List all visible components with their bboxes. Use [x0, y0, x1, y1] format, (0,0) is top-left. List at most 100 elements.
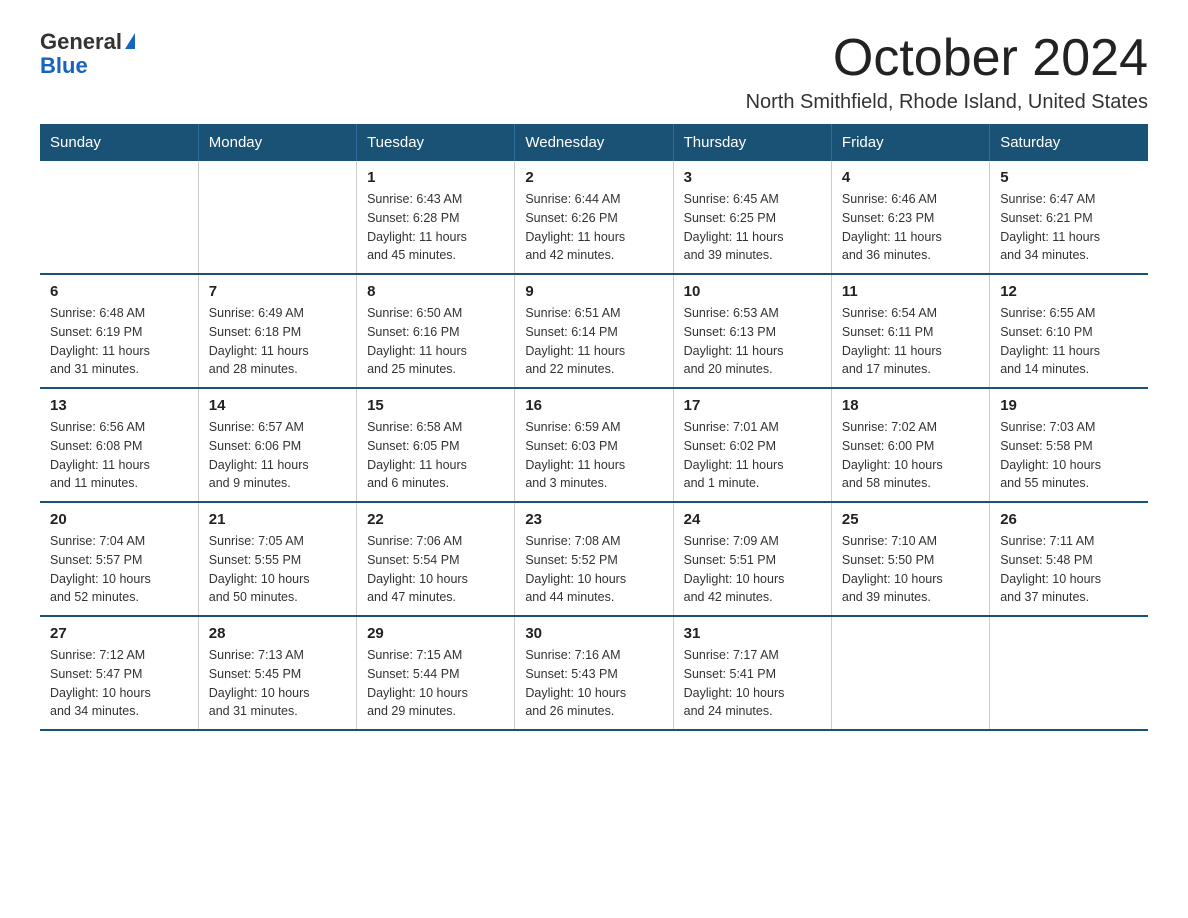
calendar-cell	[198, 161, 356, 274]
calendar-cell: 31 Sunrise: 7:17 AMSunset: 5:41 PMDayligh…	[673, 616, 831, 730]
week-row-5: 27 Sunrise: 7:12 AMSunset: 5:47 PMDayligh…	[40, 616, 1148, 730]
calendar-cell: 8 Sunrise: 6:50 AMSunset: 6:16 PMDaylight…	[357, 274, 515, 388]
day-number: 23	[525, 511, 662, 528]
calendar-cell: 17Sunrise: 7:01 AMSunset: 6:02 PMDayligh…	[673, 388, 831, 502]
header-day-thursday: Thursday	[673, 124, 831, 161]
logo-general: General	[40, 30, 122, 54]
title-area: October 2024 North Smithfield, Rhode Isl…	[746, 30, 1148, 114]
header-row: SundayMondayTuesdayWednesdayThursdayFrid…	[40, 124, 1148, 161]
day-number: 18	[842, 397, 979, 414]
day-number: 31	[684, 625, 821, 642]
calendar-cell	[40, 161, 198, 274]
day-number: 22	[367, 511, 504, 528]
day-info: Sunrise: 6:59 AMSunset: 6:03 PMDaylight:…	[525, 418, 662, 493]
calendar-header: SundayMondayTuesdayWednesdayThursdayFrid…	[40, 124, 1148, 161]
day-info: Sunrise: 6:48 AMSunset: 6:19 PMDaylight:…	[50, 304, 188, 379]
header-day-tuesday: Tuesday	[357, 124, 515, 161]
calendar-cell: 15Sunrise: 6:58 AMSunset: 6:05 PMDayligh…	[357, 388, 515, 502]
day-info: Sunrise: 6:51 AMSunset: 6:14 PMDaylight:…	[525, 304, 662, 379]
day-info: Sunrise: 6:55 AMSunset: 6:10 PMDaylight:…	[1000, 304, 1138, 379]
calendar-table: SundayMondayTuesdayWednesdayThursdayFrid…	[40, 124, 1148, 731]
calendar-cell: 5 Sunrise: 6:47 AMSunset: 6:21 PMDaylight…	[990, 161, 1148, 274]
day-info: Sunrise: 6:57 AMSunset: 6:06 PMDaylight:…	[209, 418, 346, 493]
calendar-cell: 29Sunrise: 7:15 AMSunset: 5:44 PMDayligh…	[357, 616, 515, 730]
calendar-cell: 4 Sunrise: 6:46 AMSunset: 6:23 PMDaylight…	[831, 161, 989, 274]
header-day-friday: Friday	[831, 124, 989, 161]
day-info: Sunrise: 6:58 AMSunset: 6:05 PMDaylight:…	[367, 418, 504, 493]
logo-blue: Blue	[40, 53, 88, 78]
calendar-cell: 16Sunrise: 6:59 AMSunset: 6:03 PMDayligh…	[515, 388, 673, 502]
page-header: General Blue October 2024 North Smithfie…	[40, 30, 1148, 114]
day-info: Sunrise: 7:09 AMSunset: 5:51 PMDaylight:…	[684, 532, 821, 607]
day-info: Sunrise: 6:45 AMSunset: 6:25 PMDaylight:…	[684, 190, 821, 265]
day-info: Sunrise: 7:13 AMSunset: 5:45 PMDaylight:…	[209, 646, 346, 721]
week-row-1: 1Sunrise: 6:43 AMSunset: 6:28 PMDaylight…	[40, 161, 1148, 274]
calendar-cell: 3Sunrise: 6:45 AMSunset: 6:25 PMDaylight…	[673, 161, 831, 274]
day-number: 6	[50, 283, 188, 300]
day-info: Sunrise: 6:56 AMSunset: 6:08 PMDaylight:…	[50, 418, 188, 493]
calendar-cell: 20 Sunrise: 7:04 AMSunset: 5:57 PMDayligh…	[40, 502, 198, 616]
header-day-wednesday: Wednesday	[515, 124, 673, 161]
day-info: Sunrise: 7:06 AMSunset: 5:54 PMDaylight:…	[367, 532, 504, 607]
main-title: October 2024	[746, 30, 1148, 87]
day-number: 13	[50, 397, 188, 414]
calendar-cell: 13 Sunrise: 6:56 AMSunset: 6:08 PMDayligh…	[40, 388, 198, 502]
day-number: 14	[209, 397, 346, 414]
day-number: 21	[209, 511, 346, 528]
calendar-cell: 7Sunrise: 6:49 AMSunset: 6:18 PMDaylight…	[198, 274, 356, 388]
day-number: 2	[525, 169, 662, 186]
day-number: 12	[1000, 283, 1138, 300]
day-number: 5	[1000, 169, 1138, 186]
day-info: Sunrise: 7:04 AMSunset: 5:57 PMDaylight:…	[50, 532, 188, 607]
logo-triangle-icon	[125, 33, 135, 49]
day-number: 26	[1000, 511, 1138, 528]
calendar-body: 1Sunrise: 6:43 AMSunset: 6:28 PMDaylight…	[40, 161, 1148, 730]
logo: General Blue	[40, 30, 135, 78]
header-day-monday: Monday	[198, 124, 356, 161]
calendar-cell: 19 Sunrise: 7:03 AMSunset: 5:58 PMDayligh…	[990, 388, 1148, 502]
day-number: 29	[367, 625, 504, 642]
day-number: 1	[367, 169, 504, 186]
calendar-cell: 23Sunrise: 7:08 AMSunset: 5:52 PMDayligh…	[515, 502, 673, 616]
day-info: Sunrise: 6:50 AMSunset: 6:16 PMDaylight:…	[367, 304, 504, 379]
calendar-cell: 2 Sunrise: 6:44 AMSunset: 6:26 PMDaylight…	[515, 161, 673, 274]
day-number: 10	[684, 283, 821, 300]
day-number: 20	[50, 511, 188, 528]
calendar-cell: 12 Sunrise: 6:55 AMSunset: 6:10 PMDayligh…	[990, 274, 1148, 388]
day-info: Sunrise: 7:11 AMSunset: 5:48 PMDaylight:…	[1000, 532, 1138, 607]
day-number: 27	[50, 625, 188, 642]
calendar-cell: 22 Sunrise: 7:06 AMSunset: 5:54 PMDayligh…	[357, 502, 515, 616]
calendar-cell: 30 Sunrise: 7:16 AMSunset: 5:43 PMDayligh…	[515, 616, 673, 730]
day-info: Sunrise: 7:05 AMSunset: 5:55 PMDaylight:…	[209, 532, 346, 607]
week-row-4: 20 Sunrise: 7:04 AMSunset: 5:57 PMDayligh…	[40, 502, 1148, 616]
day-info: Sunrise: 7:03 AMSunset: 5:58 PMDaylight:…	[1000, 418, 1138, 493]
calendar-cell: 6 Sunrise: 6:48 AMSunset: 6:19 PMDaylight…	[40, 274, 198, 388]
calendar-cell: 10Sunrise: 6:53 AMSunset: 6:13 PMDayligh…	[673, 274, 831, 388]
calendar-cell	[831, 616, 989, 730]
week-row-2: 6 Sunrise: 6:48 AMSunset: 6:19 PMDaylight…	[40, 274, 1148, 388]
subtitle: North Smithfield, Rhode Island, United S…	[746, 91, 1148, 114]
calendar-cell: 11Sunrise: 6:54 AMSunset: 6:11 PMDayligh…	[831, 274, 989, 388]
day-number: 25	[842, 511, 979, 528]
header-day-saturday: Saturday	[990, 124, 1148, 161]
day-info: Sunrise: 6:46 AMSunset: 6:23 PMDaylight:…	[842, 190, 979, 265]
day-number: 19	[1000, 397, 1138, 414]
calendar-cell: 28Sunrise: 7:13 AMSunset: 5:45 PMDayligh…	[198, 616, 356, 730]
day-info: Sunrise: 6:47 AMSunset: 6:21 PMDaylight:…	[1000, 190, 1138, 265]
calendar-cell: 1Sunrise: 6:43 AMSunset: 6:28 PMDaylight…	[357, 161, 515, 274]
day-number: 9	[525, 283, 662, 300]
day-info: Sunrise: 7:17 AMSunset: 5:41 PMDaylight:…	[684, 646, 821, 721]
day-number: 11	[842, 283, 979, 300]
day-info: Sunrise: 7:12 AMSunset: 5:47 PMDaylight:…	[50, 646, 188, 721]
day-info: Sunrise: 7:02 AMSunset: 6:00 PMDaylight:…	[842, 418, 979, 493]
day-info: Sunrise: 7:01 AMSunset: 6:02 PMDaylight:…	[684, 418, 821, 493]
calendar-cell: 14 Sunrise: 6:57 AMSunset: 6:06 PMDayligh…	[198, 388, 356, 502]
header-day-sunday: Sunday	[40, 124, 198, 161]
day-info: Sunrise: 6:44 AMSunset: 6:26 PMDaylight:…	[525, 190, 662, 265]
day-number: 4	[842, 169, 979, 186]
calendar-cell	[990, 616, 1148, 730]
day-number: 30	[525, 625, 662, 642]
day-number: 8	[367, 283, 504, 300]
day-info: Sunrise: 7:10 AMSunset: 5:50 PMDaylight:…	[842, 532, 979, 607]
day-info: Sunrise: 7:16 AMSunset: 5:43 PMDaylight:…	[525, 646, 662, 721]
